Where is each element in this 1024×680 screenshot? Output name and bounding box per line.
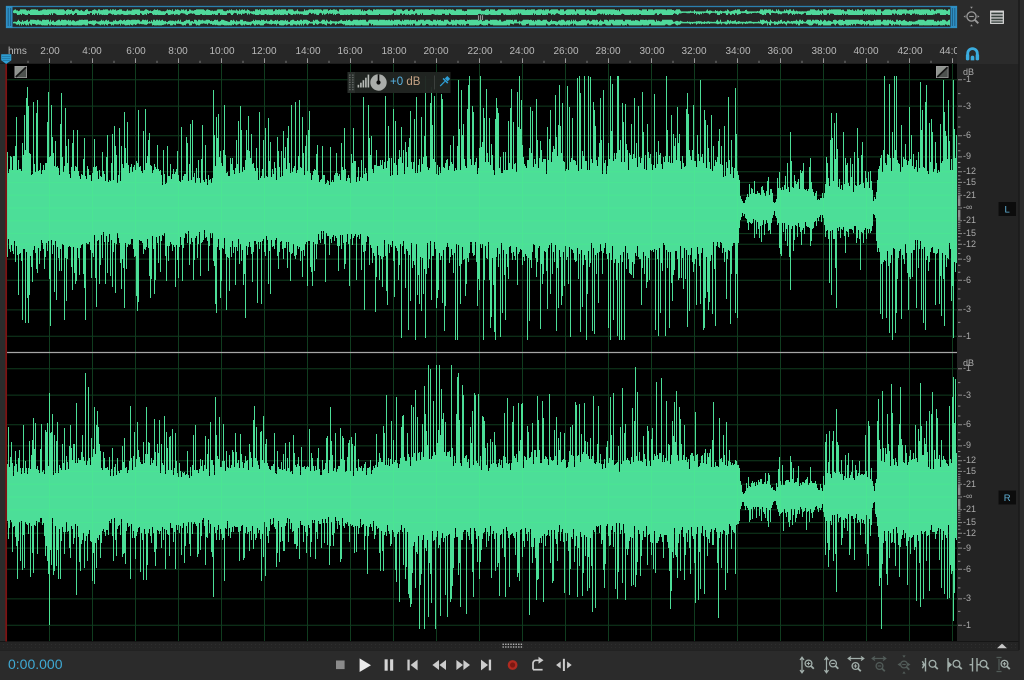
- svg-text:L: L: [1005, 205, 1010, 216]
- svg-text:R: R: [1004, 493, 1011, 504]
